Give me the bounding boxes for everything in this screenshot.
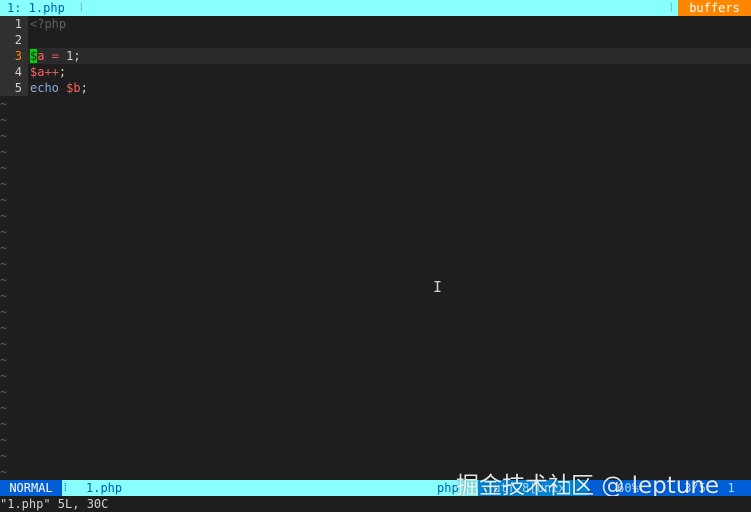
code-line[interactable]: 1 <?php — [0, 16, 751, 32]
line-number: 5 — [14, 81, 22, 95]
code-line[interactable]: 3 $a = 1; — [0, 48, 751, 64]
empty-line-marker: ~ — [0, 353, 8, 367]
editor-area[interactable]: 1 <?php 2 3 $a = 1; 4 $a++; 5 echo $b; ~ ~ ~ ~ ~ ~ ~ ~ ~ ~… — [0, 16, 751, 480]
empty-line-marker: ~ — [0, 209, 8, 223]
text-cursor-icon: I — [433, 278, 443, 296]
code-token: $b — [66, 81, 81, 95]
empty-line-marker: ~ — [0, 241, 8, 255]
statusline-filename: 1.php — [86, 481, 123, 495]
empty-line-marker: ~ — [0, 369, 8, 383]
vim-window: 1: 1.php ⁞ ⁞ buffers 1 <?php 2 3 $a = 1; 4 $a+… — [0, 0, 751, 512]
code-token: $a — [30, 65, 45, 79]
watermark: 掘金技术社区 @ leptune — [456, 473, 720, 499]
line-number: 1 — [14, 17, 22, 31]
code-text: $a = 1; — [30, 48, 81, 64]
empty-line-marker: ~ — [0, 417, 8, 431]
empty-line-marker: ~ — [0, 289, 8, 303]
statusline-separator-icon: ⁞ — [62, 481, 69, 494]
code-text: echo $b; — [30, 80, 88, 96]
empty-line-marker: ~ — [0, 433, 8, 447]
line-number: 3 — [14, 49, 22, 63]
empty-line-marker: ~ — [0, 305, 8, 319]
empty-line-marker: ~ — [0, 321, 8, 335]
code-line[interactable]: 5 echo $b; — [0, 80, 751, 96]
empty-line-marker: ~ — [0, 401, 8, 415]
code-token: <?php — [30, 17, 67, 31]
code-token: ; — [73, 49, 81, 63]
code-line[interactable]: 2 — [0, 32, 751, 48]
tabline-separator-icon: ⁞ — [668, 1, 675, 14]
code-text: $a++; — [30, 64, 66, 80]
line-number-gutter: 2 — [0, 32, 28, 48]
mode-indicator: NORMAL — [0, 480, 62, 496]
code-line[interactable]: 4 $a++; — [0, 64, 751, 80]
tab-1-php[interactable]: 1: 1.php ⁞ — [0, 0, 678, 16]
buffers-label[interactable]: buffers — [678, 0, 751, 16]
empty-line-marker: ~ — [0, 177, 8, 191]
code-token: = — [44, 49, 67, 63]
code-token: ; — [80, 81, 88, 95]
tab-label: 1: 1.php — [7, 1, 65, 15]
code-token: ++ — [44, 65, 59, 79]
line-number-gutter: 3 — [0, 48, 28, 64]
empty-line-marker: ~ — [0, 337, 8, 351]
empty-line-marker: ~ — [0, 225, 8, 239]
empty-line-marker: ~ — [0, 97, 8, 111]
empty-line-marker: ~ — [0, 257, 8, 271]
code-token: echo — [30, 81, 59, 95]
tabline: 1: 1.php ⁞ ⁞ buffers — [0, 0, 751, 16]
empty-line-marker: ~ — [0, 145, 8, 159]
line-number-gutter: 5 — [0, 80, 28, 96]
empty-line-marker: ~ — [0, 385, 8, 399]
code-text: <?php — [30, 16, 66, 32]
empty-line-marker: ~ — [0, 129, 8, 143]
line-number: 2 — [14, 33, 22, 47]
empty-line-marker: ~ — [0, 465, 8, 479]
empty-line-marker: ~ — [0, 193, 8, 207]
code-token: ; — [58, 65, 67, 79]
command-line[interactable]: "1.php" 5L, 30C — [0, 496, 751, 512]
empty-line-marker: ~ — [0, 161, 8, 175]
empty-line-marker: ~ — [0, 273, 8, 287]
line-number-gutter: 1 — [0, 16, 28, 32]
line-number: 4 — [14, 65, 22, 79]
tab-separator-icon: ⁞ — [78, 1, 85, 14]
empty-line-marker: ~ — [0, 449, 8, 463]
line-number-gutter: 4 — [0, 64, 28, 80]
empty-line-marker: ~ — [0, 113, 8, 127]
